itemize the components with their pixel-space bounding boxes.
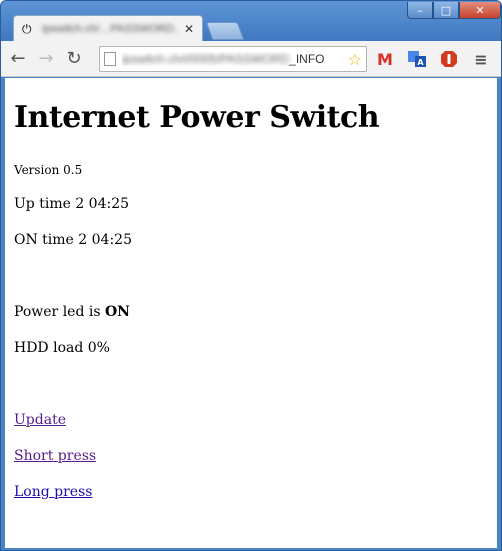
page-title: Internet Power Switch xyxy=(14,100,380,135)
ontime-text: ON time 2 04:25 xyxy=(14,232,132,248)
page-content: Internet Power Switch Version 0.5 Up tim… xyxy=(1,78,501,550)
new-tab-button[interactable] xyxy=(205,22,245,40)
update-link[interactable]: Update xyxy=(14,412,66,428)
svg-text:A: A xyxy=(417,58,424,67)
maximize-button[interactable]: □ xyxy=(433,2,459,19)
version-text: Version 0.5 xyxy=(14,163,83,177)
browser-tab[interactable]: ⏻ Ipswitch.ch/…PASSWORD… ✕ xyxy=(13,15,203,42)
power-icon: ⏻ xyxy=(22,22,32,36)
tab-close-icon[interactable]: ✕ xyxy=(184,22,194,36)
menu-icon[interactable]: ≡ xyxy=(471,50,491,69)
short-press-link[interactable]: Short press xyxy=(14,448,96,464)
translate-icon[interactable]: A xyxy=(407,50,427,68)
close-window-button[interactable]: ✕ xyxy=(459,2,501,19)
power-led-label: Power led is xyxy=(14,304,105,320)
reload-icon[interactable]: ↻ xyxy=(63,48,85,70)
address-bar[interactable]: ipswitch.ch/i/0005/PASSWORD_INFO ☆ xyxy=(99,46,367,72)
window-controls: – □ ✕ xyxy=(407,2,501,20)
gmail-icon[interactable]: M xyxy=(375,50,395,69)
forward-icon[interactable]: → xyxy=(35,48,57,70)
uptime-text: Up time 2 04:25 xyxy=(14,196,130,212)
long-press-link[interactable]: Long press xyxy=(14,484,92,500)
title-bar[interactable]: – □ ✕ ⏻ Ipswitch.ch/…PASSWORD… ✕ xyxy=(1,1,501,42)
power-led-status: Power led is ON xyxy=(14,304,130,320)
bookmark-star-icon[interactable]: ☆ xyxy=(348,50,362,69)
url-text: ipswitch.ch/i/0005/PASSWORD_INFO xyxy=(122,52,325,66)
page-icon xyxy=(104,52,116,66)
power-led-state: ON xyxy=(104,304,130,320)
back-icon[interactable]: ← xyxy=(7,48,29,70)
adblock-icon[interactable] xyxy=(439,50,459,68)
tab-title: Ipswitch.ch/…PASSWORD… xyxy=(42,23,178,35)
hdd-load-text: HDD load 0% xyxy=(14,340,110,356)
browser-window: – □ ✕ ⏻ Ipswitch.ch/…PASSWORD… ✕ ← → ↻ i… xyxy=(0,0,502,551)
minimize-button[interactable]: – xyxy=(407,2,433,19)
